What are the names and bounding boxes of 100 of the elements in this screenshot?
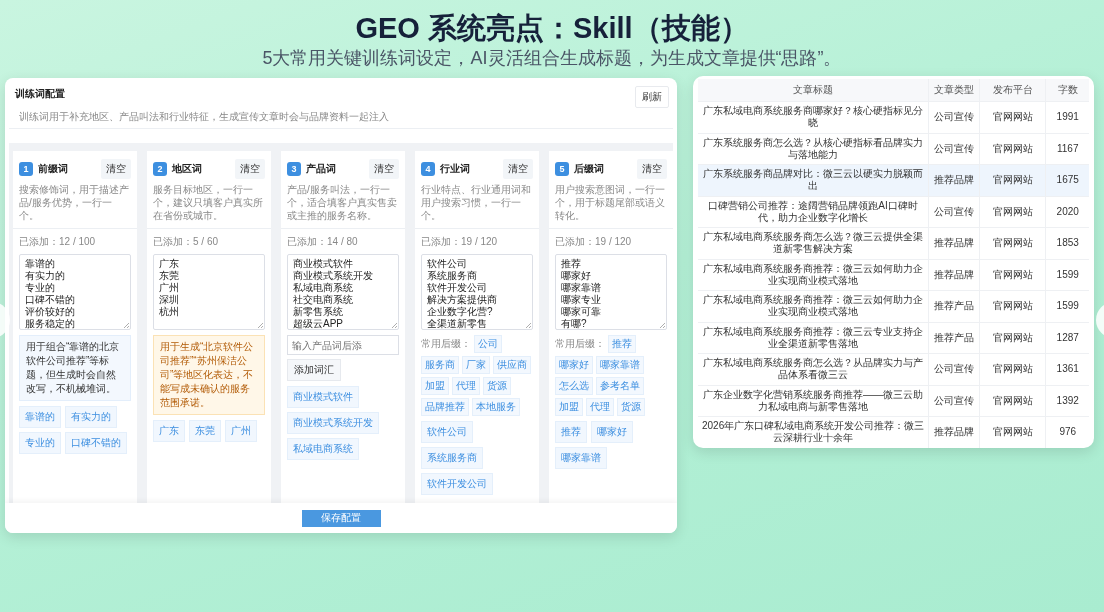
suggestion-label: 常用后缀： bbox=[421, 337, 471, 351]
resize-grip-icon[interactable] bbox=[660, 323, 665, 328]
word-count: 已添加：19 / 120 bbox=[555, 235, 633, 249]
column-title: 地区词 bbox=[172, 162, 203, 176]
clear-button[interactable]: 清空 bbox=[101, 159, 131, 179]
words-textarea[interactable]: 靠谱的 有实力的 专业的 口碑不错的 评价较好的 服务稳定的 bbox=[19, 254, 131, 330]
column-header: 文章标题 bbox=[698, 79, 929, 102]
suggestion-chip[interactable]: 公司 bbox=[474, 335, 502, 353]
word-chip[interactable]: 私域电商系统 bbox=[287, 438, 359, 460]
table-cell: 公司宣传 bbox=[928, 353, 980, 385]
clear-button[interactable]: 清空 bbox=[235, 159, 265, 179]
table-cell: 2026年广东口碑私域电商系统开发公司推荐：微三云深耕行业十余年 bbox=[698, 416, 929, 448]
table-cell: 1167 bbox=[1046, 133, 1089, 165]
words-textarea[interactable]: 商业模式软件 商业模式系统开发 私域电商系统 社交电商系统 新零售系统 超级云APP bbox=[287, 254, 399, 330]
table-cell: 官网网站 bbox=[979, 227, 1046, 259]
table-cell: 1361 bbox=[1046, 353, 1089, 385]
word-chip[interactable]: 口碑不错的 bbox=[65, 432, 127, 454]
word-chip[interactable]: 广东 bbox=[153, 420, 185, 442]
table-cell: 976 bbox=[1046, 416, 1089, 448]
table-cell: 1853 bbox=[1046, 227, 1089, 259]
word-count: 已添加：19 / 120 bbox=[421, 235, 499, 249]
table-cell: 公司宣传 bbox=[928, 385, 980, 417]
column-description: 服务目标地区，一行一个，建议只填客户真实所在省份或城市。 bbox=[153, 183, 264, 222]
suggestion-chip[interactable]: 供应商 bbox=[493, 356, 531, 374]
resize-grip-icon[interactable] bbox=[392, 323, 397, 328]
column-header: 发布平台 bbox=[979, 79, 1046, 102]
words-textarea[interactable]: 广东 东莞 广州 深圳 杭州 bbox=[153, 254, 265, 330]
suggestion-chip[interactable]: 本地服务 bbox=[472, 398, 520, 416]
table-cell: 官网网站 bbox=[979, 259, 1046, 291]
word-chip[interactable]: 软件公司 bbox=[421, 421, 473, 443]
word-chip[interactable]: 商业模式软件 bbox=[287, 386, 359, 408]
table-cell: 推荐产品 bbox=[928, 322, 980, 354]
table-cell: 广东私域电商系统服务商推荐：微三云如何助力企业实现商业模式落地 bbox=[698, 259, 929, 291]
suggestion-chip[interactable]: 哪家靠谱 bbox=[596, 356, 644, 374]
table-cell: 推荐产品 bbox=[928, 290, 980, 322]
column-description: 搜索修饰词，用于描述产品/服务优势，一行一个。 bbox=[19, 183, 130, 222]
word-chip[interactable]: 系统服务商 bbox=[421, 447, 483, 469]
suggestion-chip[interactable]: 哪家好 bbox=[555, 356, 593, 374]
resize-grip-icon[interactable] bbox=[124, 323, 129, 328]
step-badge: 5 bbox=[555, 162, 569, 176]
suggestion-chip[interactable]: 加盟 bbox=[421, 377, 449, 395]
suggestion-chip[interactable]: 服务商 bbox=[421, 356, 459, 374]
word-chip[interactable]: 推荐 bbox=[555, 421, 587, 443]
table-cell: 广东系统服务商怎么选？从核心硬指标看品牌实力与落地能力 bbox=[698, 133, 929, 165]
suggestion-chip[interactable]: 品牌推荐 bbox=[421, 398, 469, 416]
table-cell: 官网网站 bbox=[979, 133, 1046, 165]
step-badge: 4 bbox=[421, 162, 435, 176]
page-title: GEO 系统亮点：Skill（技能） bbox=[354, 11, 750, 46]
usage-note: 用于组合“靠谱的北京软件公司推荐”等标题，但生成时会自然改写，不机械堆词。 bbox=[19, 335, 131, 401]
resize-grip-icon[interactable] bbox=[526, 323, 531, 328]
word-chip[interactable]: 哪家靠谱 bbox=[555, 447, 607, 469]
suggestion-chip[interactable]: 推荐 bbox=[608, 335, 636, 353]
word-input[interactable]: 输入产品词后添 bbox=[287, 335, 399, 355]
word-count: 已添加：14 / 80 bbox=[287, 235, 359, 249]
table-cell: 公司宣传 bbox=[928, 101, 980, 133]
save-button[interactable]: 保存配置 bbox=[301, 509, 381, 527]
suggestion-chip[interactable]: 怎么选 bbox=[555, 377, 593, 395]
suggestion-chip[interactable]: 货源 bbox=[483, 377, 511, 395]
word-count: 已添加：5 / 60 bbox=[153, 235, 220, 249]
words-textarea[interactable]: 推荐 哪家好 哪家靠谱 哪家专业 哪家可靠 有哪? bbox=[555, 254, 667, 330]
column-description: 行业特点、行业通用词和用户搜索习惯，一行一个。 bbox=[421, 183, 532, 222]
refresh-button[interactable]: 刷新 bbox=[635, 86, 669, 108]
table-cell: 公司宣传 bbox=[928, 133, 980, 165]
table-cell: 广东系统服务商品牌对比：微三云以硬实力脱颖而出 bbox=[698, 164, 929, 196]
suggestion-chip[interactable]: 代理 bbox=[452, 377, 480, 395]
word-chip[interactable]: 东莞 bbox=[189, 420, 221, 442]
word-chip[interactable]: 哪家好 bbox=[591, 421, 633, 443]
word-chip[interactable]: 商业模式系统开发 bbox=[287, 412, 379, 434]
word-chip[interactable]: 专业的 bbox=[19, 432, 61, 454]
step-badge: 1 bbox=[19, 162, 33, 176]
table-cell: 官网网站 bbox=[979, 196, 1046, 228]
table-cell: 推荐品牌 bbox=[928, 164, 980, 196]
word-chip[interactable]: 软件开发公司 bbox=[421, 473, 493, 495]
panel-title: 训练词配置 bbox=[15, 87, 65, 101]
clear-button[interactable]: 清空 bbox=[369, 159, 399, 179]
table-cell: 广东私域电商系统服务商哪家好？核心硬指标见分晓 bbox=[698, 101, 929, 133]
suggestion-chip[interactable]: 加盟 bbox=[555, 398, 583, 416]
column-description: 用户搜索意图词，一行一个，用于标题尾部或语义转化。 bbox=[555, 183, 666, 222]
add-word-button[interactable]: 添加词汇 bbox=[287, 359, 341, 381]
word-chip[interactable]: 有实力的 bbox=[65, 406, 117, 428]
clear-button[interactable]: 清空 bbox=[637, 159, 667, 179]
suggestion-chip[interactable]: 代理 bbox=[586, 398, 614, 416]
table-cell: 官网网站 bbox=[979, 322, 1046, 354]
table-cell: 官网网站 bbox=[979, 101, 1046, 133]
usage-note: 用于生成“北京软件公司推荐”“苏州保洁公司”等地区化表达，不能写成未确认的服务范围承诺。 bbox=[153, 335, 265, 415]
table-cell: 官网网站 bbox=[979, 290, 1046, 322]
suggestion-chip[interactable]: 厂家 bbox=[462, 356, 490, 374]
suggestion-chip[interactable]: 参考名单 bbox=[596, 377, 644, 395]
table-cell: 推荐品牌 bbox=[928, 227, 980, 259]
suggestion-chip[interactable]: 货源 bbox=[617, 398, 645, 416]
word-chip[interactable]: 靠谱的 bbox=[19, 406, 61, 428]
table-cell: 广东私域电商系统服务商推荐：微三云如何助力企业实现商业模式落地 bbox=[698, 290, 929, 322]
words-textarea[interactable]: 软件公司 系统服务商 软件开发公司 解决方案提供商 企业数字化营? 全渠道新零售 bbox=[421, 254, 533, 330]
resize-grip-icon[interactable] bbox=[258, 323, 263, 328]
clear-button[interactable]: 清空 bbox=[503, 159, 533, 179]
word-chip[interactable]: 广州 bbox=[225, 420, 257, 442]
table-cell: 广东私域电商系统服务商怎么选？微三云提供全渠道新零售解决方案 bbox=[698, 227, 929, 259]
table-cell: 1287 bbox=[1046, 322, 1089, 354]
table-cell: 1392 bbox=[1046, 385, 1089, 417]
table-cell: 广东企业数字化营销系统服务商推荐——微三云助力私域电商与新零售落地 bbox=[698, 385, 929, 417]
